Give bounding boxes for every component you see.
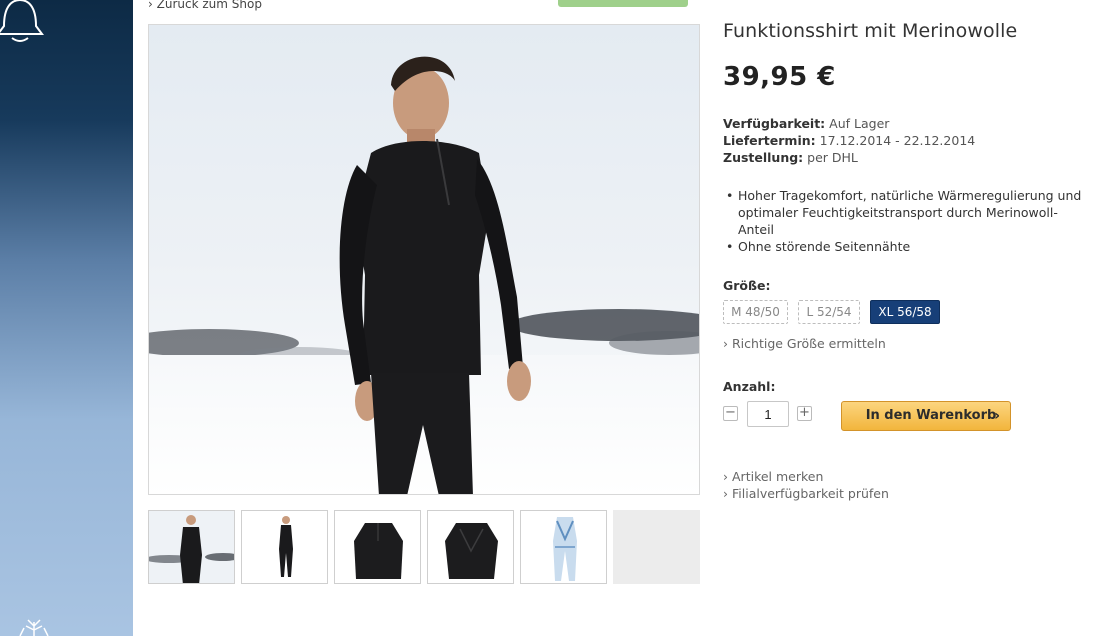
bell-icon — [0, 0, 44, 42]
delivery-row: Liefertermin: 17.12.2014 - 22.12.2014 — [723, 132, 975, 149]
size-label: Größe: — [723, 278, 771, 293]
product-price: 39,95 € — [723, 62, 836, 92]
product-meta: Verfügbarkeit: Auf Lager Liefertermin: 1… — [723, 115, 975, 166]
thumbnail-4[interactable] — [427, 510, 514, 584]
thumbnail-image — [335, 511, 420, 583]
decorative-sidebar — [0, 0, 133, 636]
product-page: › Zurück zum Shop Funktionsshirt mit Mer… — [0, 0, 1107, 636]
availability-value: Auf Lager — [829, 116, 890, 131]
add-to-cart-label: In den Warenkorb — [865, 408, 997, 423]
minus-icon: − — [725, 405, 736, 420]
quantity-plus-button[interactable]: + — [797, 406, 812, 421]
quantity-label: Anzahl: — [723, 379, 776, 394]
quantity-input[interactable] — [747, 401, 789, 427]
thumbnail-image — [428, 511, 513, 583]
thumbnail-image — [149, 511, 234, 583]
feature-list: Hoher Tragekomfort, natürliche Wärmeregu… — [723, 187, 1093, 255]
size-option-l[interactable]: L 52/54 — [798, 300, 860, 324]
back-to-shop-link[interactable]: › Zurück zum Shop — [148, 0, 262, 11]
shipping-label: Zustellung: — [723, 150, 804, 165]
back-link-label: Zurück zum Shop — [156, 0, 262, 11]
availability-label: Verfügbarkeit: — [723, 116, 826, 131]
store-availability-link[interactable]: Filialverfügbarkeit prüfen — [723, 486, 889, 501]
delivery-label: Liefertermin: — [723, 133, 816, 148]
size-option-m[interactable]: M 48/50 — [723, 300, 788, 324]
thumbnail-image — [521, 511, 606, 583]
shipping-row: Zustellung: per DHL — [723, 149, 975, 166]
add-to-cart-button[interactable]: In den Warenkorb › — [841, 401, 1011, 431]
chevron-right-icon: › — [994, 408, 1000, 424]
product-title: Funktionsshirt mit Merinowolle — [723, 20, 1018, 42]
plus-icon: + — [799, 405, 810, 420]
feature-item: Hoher Tragekomfort, natürliche Wärmeregu… — [723, 187, 1093, 238]
remember-article-link[interactable]: Artikel merken — [723, 469, 823, 484]
availability-row: Verfügbarkeit: Auf Lager — [723, 115, 975, 132]
shipping-value: per DHL — [807, 150, 858, 165]
thumbnail-1[interactable] — [148, 510, 235, 584]
thumbnail-5[interactable] — [520, 510, 607, 584]
thumbnail-image — [242, 511, 327, 583]
thumbnail-3[interactable] — [334, 510, 421, 584]
size-option-xl[interactable]: XL 56/58 — [870, 300, 940, 324]
thumbnail-2[interactable] — [241, 510, 328, 584]
size-guide-link[interactable]: Richtige Größe ermitteln — [723, 336, 886, 351]
quantity-minus-button[interactable]: − — [723, 406, 738, 421]
product-photo — [149, 25, 699, 494]
snowflake-icon — [19, 619, 49, 636]
thumbnail-6[interactable] — [613, 510, 700, 584]
delivery-value: 17.12.2014 - 22.12.2014 — [819, 133, 976, 148]
main-product-image[interactable] — [148, 24, 700, 495]
green-action-button[interactable] — [558, 0, 688, 7]
feature-item: Ohne störende Seitennähte — [723, 238, 1093, 255]
thumbnail-strip — [148, 510, 700, 590]
